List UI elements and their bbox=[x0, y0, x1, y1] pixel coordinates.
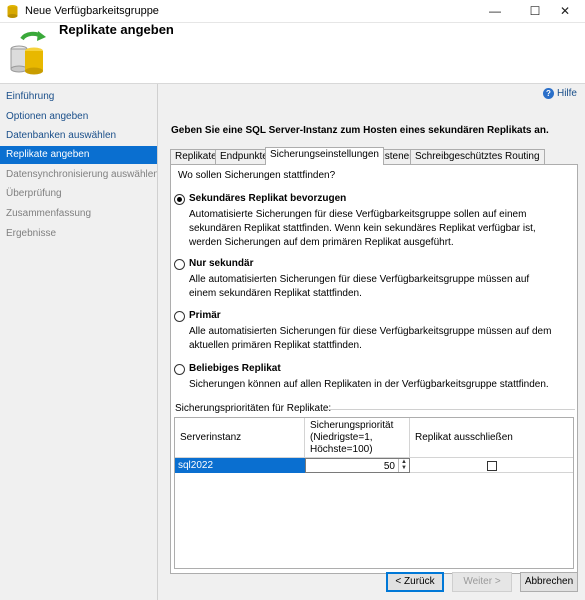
nav-item-ueberpruefung: Überprüfung bbox=[6, 188, 62, 199]
help-link[interactable]: ? Hilfe bbox=[542, 88, 577, 100]
option-label-sekundaer-bevorzugen[interactable]: Sekundäres Replikat bevorzugen bbox=[189, 193, 346, 204]
radio-sekundaer-bevorzugen[interactable] bbox=[174, 194, 185, 205]
tab-sicherungseinstellungen[interactable]: Sicherungseinstellungen bbox=[265, 147, 384, 165]
option-desc-beliebiges-replikat: Sicherungen können auf allen Replikaten … bbox=[189, 379, 549, 390]
grid-header-serverinstanz[interactable]: Serverinstanz bbox=[175, 418, 305, 458]
option-desc-nur-sekundaer: Alle automatisierten Sicherungen für die… bbox=[189, 274, 530, 299]
grid-header-sicherungsprioritaet[interactable]: Sicherungspriorität (Niedrigste=1, Höchs… bbox=[305, 418, 410, 458]
exclude-replica-checkbox[interactable] bbox=[487, 461, 497, 471]
nav-item-replikate[interactable]: Replikate angeben bbox=[0, 146, 157, 164]
nav-item-datensynchronisierung: Datensynchronisierung auswählen bbox=[6, 169, 157, 180]
nav-item-zusammenfassung: Zusammenfassung bbox=[6, 208, 92, 219]
app-icon bbox=[7, 5, 18, 18]
availability-group-icon bbox=[10, 31, 46, 75]
page-title: Replikate angeben bbox=[59, 22, 174, 37]
help-icon: ? bbox=[542, 88, 554, 99]
radio-beliebiges-replikat[interactable] bbox=[174, 364, 185, 375]
spinner-arrows-icon[interactable]: ▲ ▼ bbox=[398, 459, 409, 472]
cancel-button[interactable]: Abbrechen bbox=[520, 572, 578, 592]
next-button: Weiter > bbox=[452, 572, 512, 592]
nav-item-ergebnisse: Ergebnisse bbox=[6, 228, 57, 239]
grid-header-replikat-ausschliessen[interactable]: Replikat ausschließen bbox=[410, 418, 573, 458]
nav-item-optionen[interactable]: Optionen angeben bbox=[0, 108, 157, 126]
minimize-button[interactable]: — bbox=[475, 0, 515, 22]
wizard-nav: Einführung Optionen angeben Datenbanken … bbox=[0, 84, 158, 600]
backup-location-question: Wo sollen Sicherungen stattfinden? bbox=[178, 170, 336, 181]
back-button[interactable]: < Zurück bbox=[386, 572, 444, 592]
priority-group-label: Sicherungsprioritäten für Replikate: bbox=[175, 403, 332, 414]
grid-cell-instance[interactable]: sql2022 bbox=[175, 458, 305, 473]
nav-item-datenbanken[interactable]: Datenbanken auswählen bbox=[0, 127, 157, 145]
radio-nur-sekundaer[interactable] bbox=[174, 259, 185, 270]
close-button[interactable]: ✕ bbox=[545, 0, 585, 22]
option-desc-primaer: Alle automatisierten Sicherungen für die… bbox=[189, 326, 552, 351]
option-label-primaer[interactable]: Primär bbox=[189, 310, 221, 321]
option-label-beliebiges-replikat[interactable]: Beliebiges Replikat bbox=[189, 363, 281, 374]
tab-replikate[interactable]: Replikate bbox=[170, 149, 222, 164]
radio-primaer[interactable] bbox=[174, 311, 185, 322]
window-title: Neue Verfügbarkeitsgruppe bbox=[25, 5, 159, 17]
priority-spinner[interactable]: 50 bbox=[305, 458, 410, 473]
option-label-nur-sekundaer[interactable]: Nur sekundär bbox=[189, 258, 253, 269]
group-divider bbox=[325, 409, 575, 410]
option-desc-sekundaer-bevorzugen: Automatisierte Sicherungen für diese Ver… bbox=[189, 209, 536, 248]
help-label: Hilfe bbox=[556, 88, 577, 100]
instruction-text: Geben Sie eine SQL Server-Instanz zum Ho… bbox=[171, 125, 549, 136]
nav-item-einfuehrung[interactable]: Einführung bbox=[0, 88, 157, 106]
tab-schreibgeschuetztes-routing[interactable]: Schreibgeschütztes Routing bbox=[410, 149, 545, 164]
